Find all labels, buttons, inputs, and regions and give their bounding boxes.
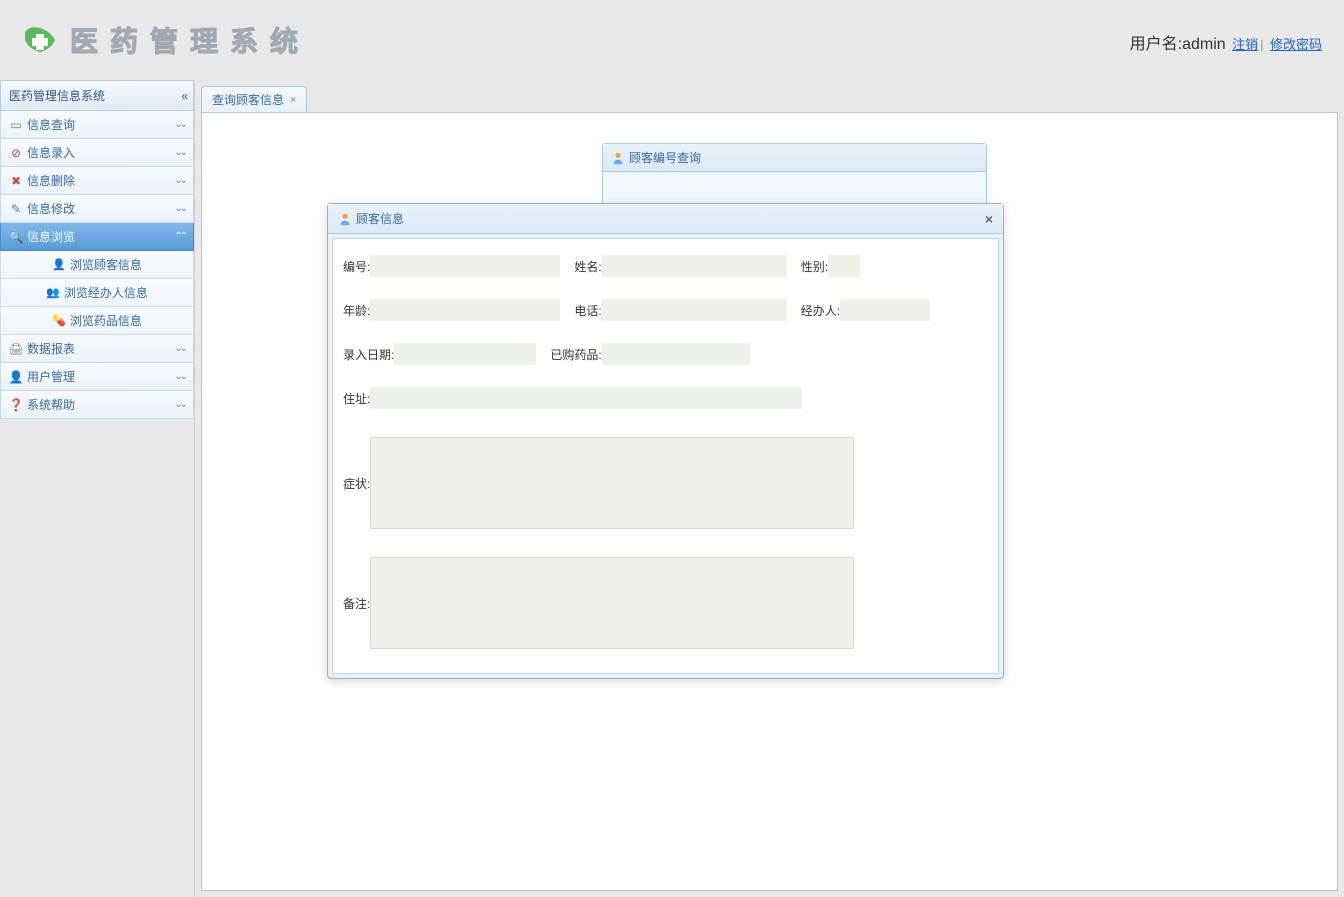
modal-title: 顾客信息 [356,210,404,227]
sidebar-item-label: 信息录入 [27,144,75,161]
user-icon [611,151,625,165]
content-area: 查询顾客信息 × 顾客编号查询 顾客信息 × [195,80,1344,897]
tab-label: 查询顾客信息 [212,91,284,108]
entry-date-label: 录入日期: [343,346,394,363]
edit-icon: ✎ [9,202,23,216]
chevron-down-icon: ⌄⌄ [174,343,185,354]
name-label: 姓名: [574,258,601,275]
search-panel-header: 顾客编号查询 [603,144,986,172]
sidebar-item-label: 信息删除 [27,172,75,189]
medicine-icon: 💊 [52,314,66,327]
user-icon: 👥 [46,286,60,299]
gender-label: 性别: [801,258,828,275]
sidebar-item-report[interactable]: 🖨 数据报表 ⌄⌄ [0,335,194,363]
sidebar: 医药管理信息系统 « ▭ 信息查询 ⌄⌄ ⊘ 信息录入 ⌄⌄ ✖ 信息删除 ⌄⌄… [0,80,195,897]
age-label: 年龄: [343,302,370,319]
sidebar-item-edit[interactable]: ✎ 信息修改 ⌄⌄ [0,195,194,223]
phone-input[interactable] [602,299,787,321]
browse-icon: 🔍 [9,230,23,244]
sidebar-item-label: 信息浏览 [27,228,75,245]
delete-icon: ✖ [9,174,23,188]
operator-input[interactable] [840,299,930,321]
query-icon: ▭ [9,118,23,132]
user-panel: 用户名:admin 注销| 修改密码 [1130,30,1324,54]
customer-info-modal: 顾客信息 × 编号: 姓名: [327,203,1004,679]
sidebar-item-label: 用户管理 [27,368,75,385]
main-area: 医药管理信息系统 « ▭ 信息查询 ⌄⌄ ⊘ 信息录入 ⌄⌄ ✖ 信息删除 ⌄⌄… [0,80,1344,897]
tab-close-icon[interactable]: × [290,94,296,106]
chevron-down-icon: ⌄⌄ [174,399,185,410]
user-mgmt-icon: 👤 [9,370,23,384]
sidebar-item-label: 系统帮助 [27,396,75,413]
user-icon: 👤 [52,258,66,271]
chevron-up-icon: ⌃⌃ [174,231,185,242]
gender-input[interactable] [828,255,860,277]
sidebar-item-help[interactable]: ❓ 系统帮助 ⌄⌄ [0,391,194,419]
user-name: admin [1182,36,1226,53]
sub-item-browse-customer[interactable]: 👤 浏览顾客信息 [0,251,194,279]
sidebar-title-text: 医药管理信息系统 [9,87,105,104]
address-input[interactable] [370,387,802,409]
search-panel-title: 顾客编号查询 [629,149,701,166]
modal-header: 顾客信息 × [328,204,1003,234]
help-icon: ❓ [9,398,23,412]
sidebar-item-input[interactable]: ⊘ 信息录入 ⌄⌄ [0,139,194,167]
remark-label: 备注: [343,595,370,612]
chevron-down-icon: ⌄⌄ [174,371,185,382]
sidebar-item-label: 信息查询 [27,116,75,133]
age-input[interactable] [370,299,560,321]
name-input[interactable] [602,255,787,277]
sidebar-item-label: 数据报表 [27,340,75,357]
id-label: 编号: [343,258,370,275]
sidebar-title[interactable]: 医药管理信息系统 « [0,80,194,111]
separator: | [1260,37,1263,52]
input-icon: ⊘ [9,146,23,160]
logout-link[interactable]: 注销 [1232,37,1258,52]
sidebar-item-user-mgmt[interactable]: 👤 用户管理 ⌄⌄ [0,363,194,391]
remark-textarea[interactable] [370,557,854,649]
sub-item-label: 浏览经办人信息 [64,284,148,301]
close-icon[interactable]: × [985,211,993,227]
user-icon [338,212,352,226]
symptom-label: 症状: [343,475,370,492]
app-header: 医药管理系统 用户名:admin 注销| 修改密码 [0,0,1344,80]
chevron-down-icon: ⌄⌄ [174,175,185,186]
sub-item-label: 浏览药品信息 [70,312,142,329]
change-password-link[interactable]: 修改密码 [1270,37,1322,52]
chevron-left-icon: « [181,89,185,103]
chevron-down-icon: ⌄⌄ [174,147,185,158]
entry-date-input[interactable] [394,343,536,365]
phone-label: 电话: [574,302,601,319]
report-icon: 🖨 [9,342,23,356]
symptom-textarea[interactable] [370,437,854,529]
purchased-input[interactable] [602,343,750,365]
sidebar-item-query[interactable]: ▭ 信息查询 ⌄⌄ [0,111,194,139]
sidebar-item-label: 信息修改 [27,200,75,217]
address-label: 住址: [343,390,370,407]
logo-icon [20,20,60,60]
tab-bar: 查询顾客信息 × [201,86,1338,112]
content-body: 顾客编号查询 顾客信息 × 编号: [201,112,1338,891]
sub-item-browse-operator[interactable]: 👥 浏览经办人信息 [0,279,194,307]
app-title: 医药管理系统 [70,20,310,60]
user-label: 用户名: [1130,36,1182,53]
id-input[interactable] [370,255,560,277]
chevron-down-icon: ⌄⌄ [174,203,185,214]
sidebar-item-delete[interactable]: ✖ 信息删除 ⌄⌄ [0,167,194,195]
tab-query-customer[interactable]: 查询顾客信息 × [201,86,307,112]
purchased-label: 已购药品: [550,346,601,363]
sidebar-item-browse[interactable]: 🔍 信息浏览 ⌃⌃ [0,223,194,251]
modal-body: 编号: 姓名: 性别: [332,238,999,674]
sub-item-label: 浏览顾客信息 [70,256,142,273]
chevron-down-icon: ⌄⌄ [174,119,185,130]
sub-item-browse-medicine[interactable]: 💊 浏览药品信息 [0,307,194,335]
operator-label: 经办人: [801,302,840,319]
logo-area: 医药管理系统 [20,20,310,60]
